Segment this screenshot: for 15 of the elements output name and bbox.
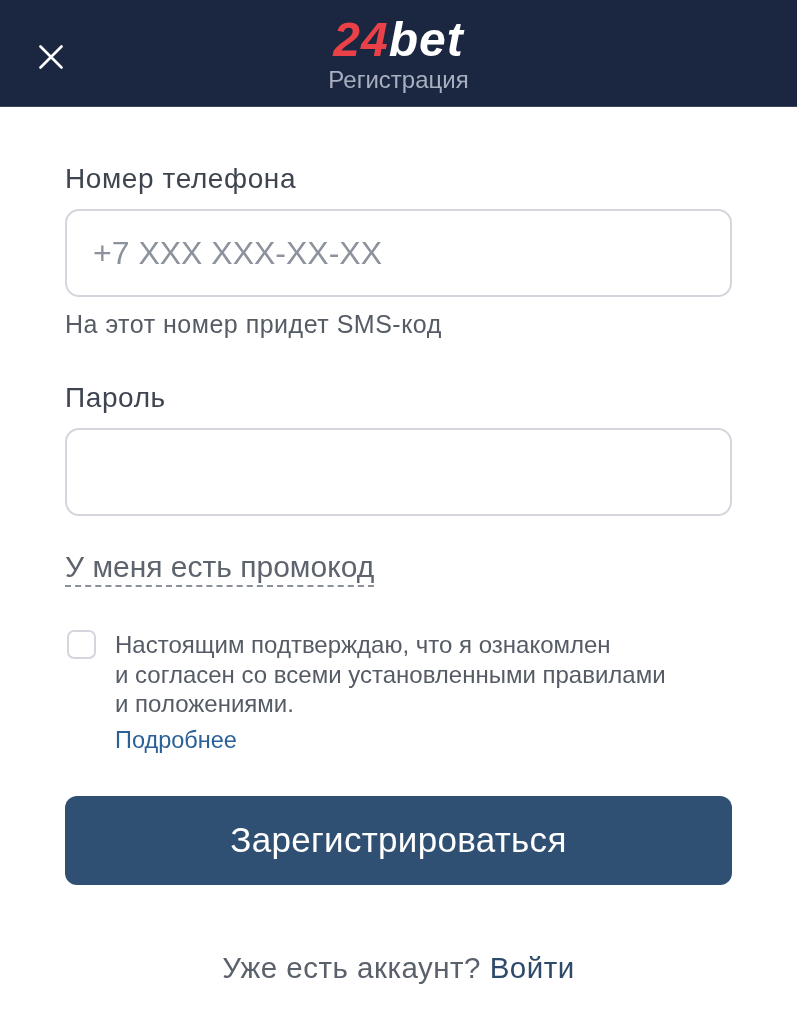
register-button[interactable]: Зарегистрироваться [65,795,732,885]
more-link[interactable]: Подробнее [115,725,237,754]
field-label: Номер телефона [65,163,297,195]
password-field[interactable] [65,428,732,516]
terms-text: Настоящим подтверждаю, что я ознакомлен и согласен со всеми установленными правилами и положениями. [115,630,666,719]
promo-code-link[interactable]: У меня есть промокод [65,550,375,587]
terms-checkbox[interactable] [67,630,96,659]
login-link[interactable]: Войти [489,950,575,984]
phone-field[interactable]: +7 XXX XXX-XX-XX [65,209,732,297]
field-hint: На этот номер придет SMS-код [65,311,442,337]
login-prompt: Уже есть аккаунт? Войти [222,950,575,985]
close-icon[interactable] [39,45,63,69]
field-label: Пароль [65,382,166,414]
page-title: Регистрация [328,66,469,94]
brand-logo: 24bet [333,17,464,63]
